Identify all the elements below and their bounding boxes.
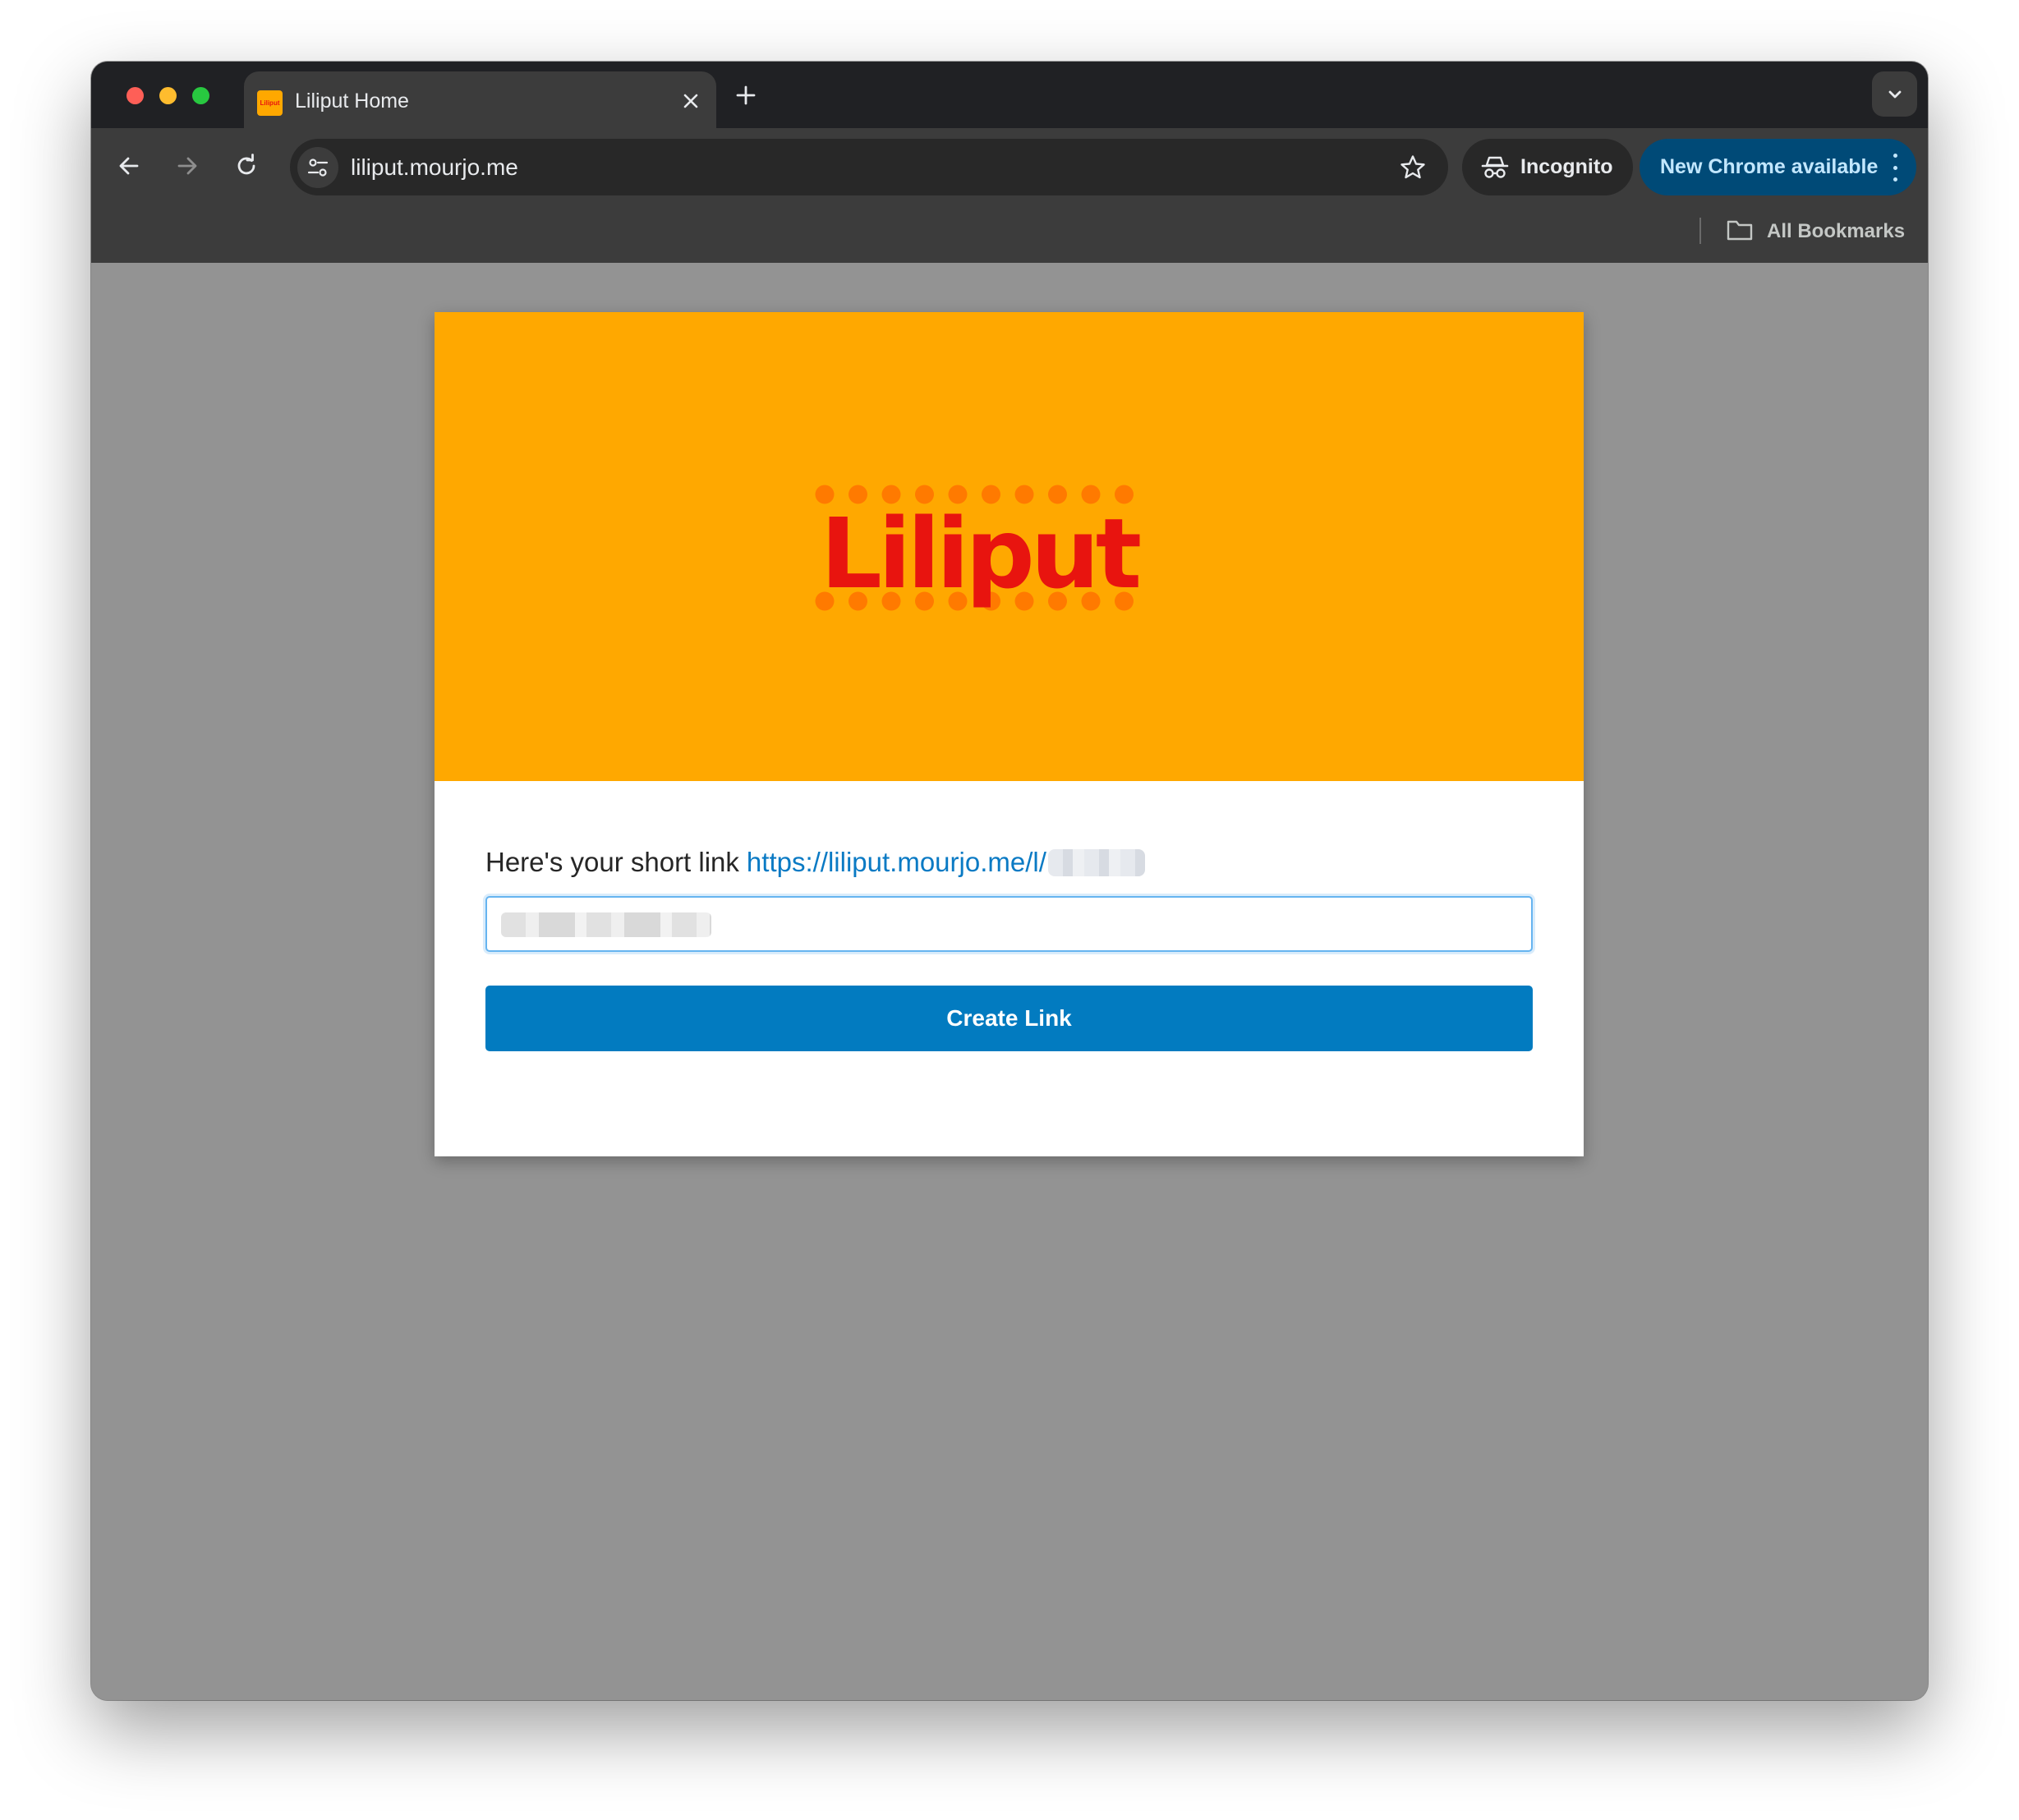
- tab-strip: Liliput Liliput Home: [91, 62, 1928, 128]
- tab-title: Liliput Home: [295, 90, 409, 113]
- incognito-chip[interactable]: Incognito: [1462, 139, 1633, 195]
- folder-icon: [1726, 218, 1754, 246]
- url-text[interactable]: liliput.mourjo.me: [351, 154, 518, 181]
- hero-banner: Liliput: [435, 312, 1584, 781]
- toolbar: liliput.mourjo.me Incognito New Chrome a…: [91, 128, 1928, 203]
- shortlink-message: Here's your short link https://liliput.m…: [485, 847, 1145, 878]
- page-viewport: Liliput Here's your short link https://l…: [91, 263, 1928, 1700]
- tab-liliput-home[interactable]: Liliput Liliput Home: [244, 71, 716, 128]
- browser-window: Liliput Liliput Home liliput.mourjo.me I…: [91, 62, 1928, 1700]
- chevron-down-icon[interactable]: [1872, 71, 1917, 117]
- liliput-logo: Liliput: [815, 485, 1143, 624]
- maximize-window-button[interactable]: [192, 87, 209, 104]
- close-icon[interactable]: [677, 87, 705, 115]
- close-window-button[interactable]: [126, 87, 144, 104]
- star-icon[interactable]: [1397, 152, 1428, 183]
- tab-favicon-icon: Liliput: [257, 90, 283, 116]
- shortlink-prefix: Here's your short link: [485, 847, 739, 877]
- bookmarks-bar: All Bookmarks: [91, 203, 1928, 263]
- all-bookmarks-button[interactable]: All Bookmarks: [1726, 213, 1905, 250]
- arrow-right-icon[interactable]: [169, 148, 205, 184]
- plus-icon[interactable]: [730, 80, 761, 111]
- liliput-card: Liliput Here's your short link https://l…: [435, 312, 1584, 1156]
- address-bar[interactable]: liliput.mourjo.me: [290, 139, 1448, 195]
- tune-icon[interactable]: [297, 147, 338, 188]
- incognito-icon: [1480, 153, 1510, 182]
- arrow-left-icon[interactable]: [111, 148, 147, 184]
- new-chrome-available-button[interactable]: New Chrome available: [1640, 139, 1916, 195]
- redacted-slug: [1047, 848, 1145, 876]
- reload-icon[interactable]: [228, 148, 264, 184]
- all-bookmarks-label: All Bookmarks: [1767, 220, 1906, 242]
- logo-text: Liliput: [820, 497, 1142, 610]
- create-link-button[interactable]: Create Link: [485, 986, 1533, 1051]
- incognito-label: Incognito: [1520, 155, 1613, 178]
- shortlink-url[interactable]: https://liliput.mourjo.me/l/: [747, 847, 1046, 878]
- minimize-window-button[interactable]: [159, 87, 177, 104]
- bookmarks-separator: [1699, 218, 1701, 244]
- redacted-input-value: [501, 912, 711, 937]
- vertical-dots-icon[interactable]: [1888, 154, 1902, 182]
- update-label: New Chrome available: [1660, 155, 1879, 178]
